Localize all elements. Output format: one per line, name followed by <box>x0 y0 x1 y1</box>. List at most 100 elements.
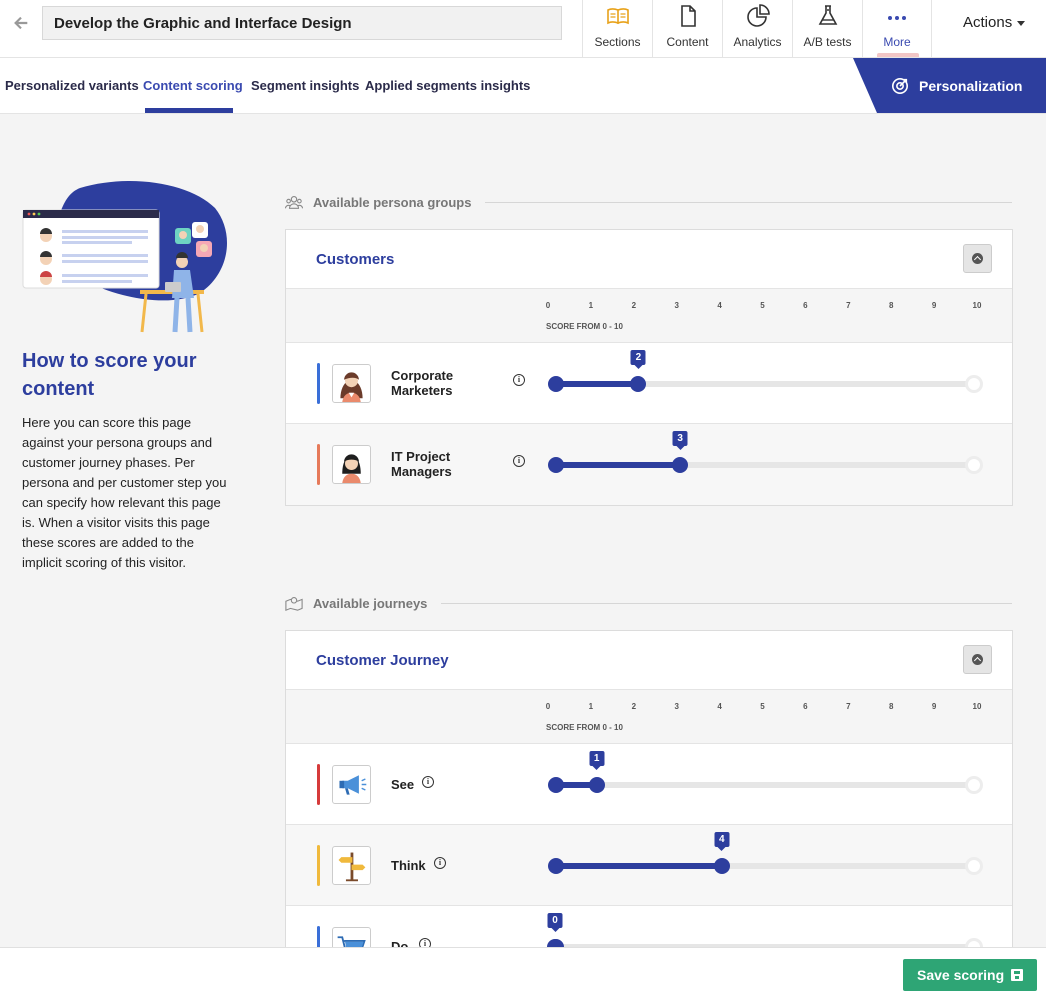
info-icon[interactable]: i <box>419 938 431 947</box>
scale-tick-7: 7 <box>846 301 851 310</box>
slider-end-knob <box>965 776 983 794</box>
scale-tick-9: 9 <box>931 702 937 711</box>
tab-ab-tests-label: A/B tests <box>803 35 852 49</box>
tab-sections-label: Sections <box>594 35 641 49</box>
top-bar: Sections Content Analytics A/B tests Mor… <box>0 0 1046 58</box>
scale-caption: SCORE FROM 0 - 10 <box>546 723 623 732</box>
scale-tick-4: 4 <box>717 301 722 310</box>
slider-fill <box>555 381 639 387</box>
tab-applied-segments-insights[interactable]: Applied segments insights <box>365 78 530 93</box>
score-value-badge: 4 <box>714 832 730 851</box>
heading-divider <box>485 201 1012 203</box>
journey-row: Do i 0 <box>286 906 1012 947</box>
journey-row: See i 1 <box>286 744 1012 825</box>
tab-content-scoring[interactable]: Content scoring <box>143 78 243 93</box>
scale-tick-6: 6 <box>803 702 808 711</box>
caret-down-icon <box>1017 20 1026 26</box>
scale-tick-9: 9 <box>931 301 937 310</box>
score-slider[interactable]: 2 <box>548 350 983 393</box>
footer-bar: Save scoring <box>0 947 1046 993</box>
slider-end-knob <box>965 456 983 474</box>
collapse-button[interactable] <box>963 645 992 674</box>
scale-tick-8: 8 <box>888 301 894 310</box>
slider-fill <box>555 462 681 468</box>
scale-tick-1: 1 <box>588 301 594 310</box>
journey-map-icon <box>285 597 303 611</box>
score-slider[interactable]: 3 <box>548 431 983 474</box>
slider-handle[interactable] <box>672 457 689 473</box>
tab-content[interactable]: Content <box>652 0 722 57</box>
tab-ab-tests[interactable]: A/B tests <box>792 0 862 57</box>
tab-content-label: Content <box>666 35 709 49</box>
journey-label: Do <box>391 939 409 947</box>
scale-tick-8: 8 <box>888 702 894 711</box>
tab-segment-insights[interactable]: Segment insights <box>251 78 359 93</box>
scale-tick-5: 5 <box>760 702 765 711</box>
slider-handle[interactable] <box>630 376 647 392</box>
scale-tick-5: 5 <box>760 301 765 310</box>
score-value-badge: 2 <box>630 350 646 369</box>
tab-personalized-variants[interactable]: Personalized variants <box>5 78 139 93</box>
persona-label: IT Project Managers <box>391 449 452 479</box>
info-icon[interactable]: i <box>434 857 446 869</box>
panel-title: Customer Journey <box>316 652 449 669</box>
row-color-bar <box>317 764 320 805</box>
back-arrow-icon[interactable] <box>10 12 32 34</box>
score-scale: SCORE FROM 0 - 10 0 1 2 3 4 5 6 7 8 9 10 <box>286 690 1012 744</box>
scale-tick-1: 1 <box>588 702 594 711</box>
journey-avatar <box>332 846 371 885</box>
customers-panel: Customers SCORE FROM 0 - 10 0 1 2 3 4 5 6 7 8 9 10… <box>285 229 1013 506</box>
woman-avatar-icon <box>342 454 361 483</box>
persona-row: IT Project Managers i 3 <box>286 424 1012 505</box>
journey-row: Think i 4 <box>286 825 1012 906</box>
persona-groups-heading: Available persona groups <box>285 192 1012 212</box>
heading-divider <box>441 602 1012 604</box>
persona-row: Corporate Marketers i 2 <box>286 343 1012 424</box>
score-value-badge: 1 <box>589 751 605 770</box>
score-slider[interactable]: 1 <box>548 751 983 794</box>
tab-analytics[interactable]: Analytics <box>722 0 792 57</box>
journey-avatar <box>332 927 371 947</box>
slider-start-knob <box>548 858 564 874</box>
howto-title: How to score your content <box>22 350 197 400</box>
slider-start-knob <box>548 376 564 392</box>
score-slider[interactable]: 4 <box>548 832 983 875</box>
woman-avatar-icon <box>340 372 363 402</box>
main-content[interactable]: How to score your content Here you can s… <box>0 114 1046 947</box>
slider-end-knob <box>965 938 983 947</box>
users-group-icon <box>285 196 303 209</box>
info-icon[interactable]: i <box>513 374 525 386</box>
info-icon[interactable]: i <box>422 776 434 788</box>
slider-handle[interactable] <box>713 858 730 874</box>
panel-title: Customers <box>316 251 395 268</box>
info-icon[interactable]: i <box>513 455 525 467</box>
tab-sections[interactable]: Sections <box>582 0 652 57</box>
actions-dropdown[interactable]: Actions <box>963 14 1026 31</box>
slider-handle[interactable] <box>588 777 605 793</box>
panel-header: Customer Journey <box>286 631 1012 690</box>
score-value-badge: 3 <box>672 431 688 450</box>
scale-tick-0: 0 <box>545 301 551 310</box>
row-color-bar <box>317 845 320 886</box>
tab-more-underline <box>877 53 919 57</box>
persona-avatar <box>332 445 371 484</box>
score-scale: SCORE FROM 0 - 10 0 1 2 3 4 5 6 7 8 9 10 <box>286 289 1012 343</box>
tab-more[interactable]: More <box>862 0 932 57</box>
scale-tick-4: 4 <box>717 702 722 711</box>
row-color-bar <box>317 363 320 404</box>
persona-avatar <box>332 364 371 403</box>
collapse-button[interactable] <box>963 244 992 273</box>
personalization-button[interactable]: Personalization <box>853 58 1046 113</box>
persona-groups-heading-text: Available persona groups <box>313 194 472 210</box>
signpost-icon <box>338 852 366 882</box>
shopping-cart-icon <box>337 936 366 947</box>
journeys-heading-text: Available journeys <box>313 595 428 611</box>
save-scoring-button[interactable]: Save scoring <box>903 959 1037 991</box>
page-title-input[interactable] <box>42 6 562 40</box>
tab-analytics-label: Analytics <box>733 35 782 49</box>
active-tab-underline <box>145 108 233 113</box>
scale-tick-2: 2 <box>631 301 637 310</box>
customer-journey-panel: Customer Journey SCORE FROM 0 - 10 0 1 2 3 4… <box>285 630 1013 947</box>
slider-end-knob <box>965 857 983 875</box>
persona-label: Corporate Marketers <box>391 368 454 398</box>
